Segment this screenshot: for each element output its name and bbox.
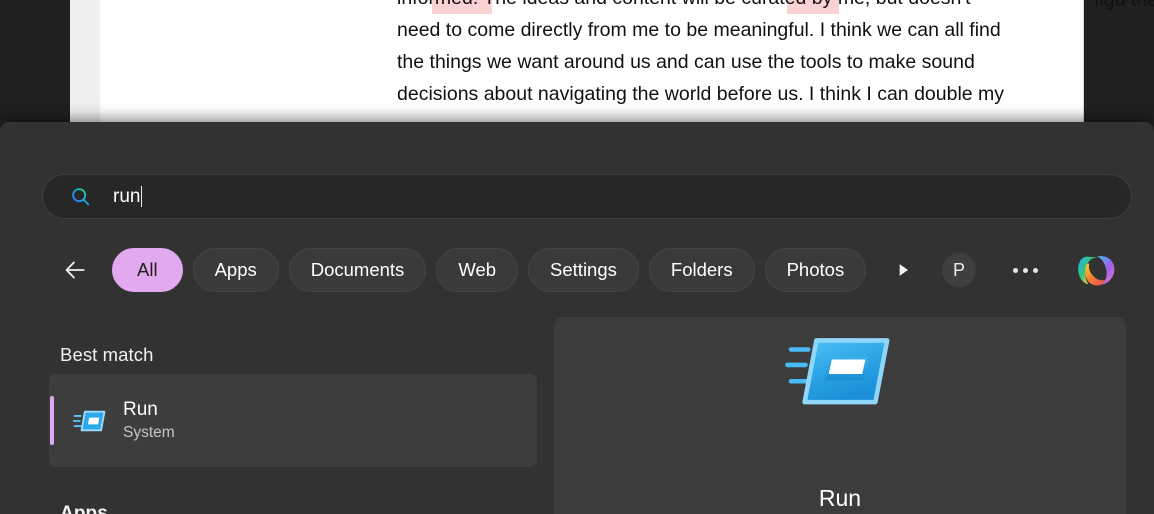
document-column-divider [1083,0,1084,128]
search-filter-bar: All Apps Documents Web Settings Folders … [60,247,1120,293]
filter-tab-label: Apps [214,259,257,280]
result-title: Run [123,399,158,420]
avatar-initial: P [952,259,965,280]
play-caret-icon[interactable] [888,255,918,285]
results-column: Best match Run System Apps [0,318,554,514]
preview-pane: Run [554,317,1126,514]
filter-tab-label: Documents [310,259,405,280]
windows-search-panel: run All Apps Documents Web Settings Fold… [0,122,1154,514]
document-paragraph: informed. The ideas and content will be … [397,0,1005,105]
filter-tab-label: Web [458,259,497,280]
ellipsis-icon[interactable] [1006,253,1044,287]
apps-header: Apps [60,503,108,514]
filter-tab-label: Folders [670,259,733,280]
search-icon [70,186,92,208]
text-caret [141,186,143,207]
run-app-icon [785,335,895,413]
search-query-wrap: run [113,186,143,207]
filter-tab-web[interactable]: Web [436,248,519,292]
filter-tab-all[interactable]: All [112,248,183,292]
filter-tab-photos[interactable]: Photos [764,248,867,292]
best-match-header: Best match [60,344,154,365]
filter-tab-settings[interactable]: Settings [528,248,639,292]
result-subtitle: System [123,424,175,441]
filter-tab-apps[interactable]: Apps [192,248,279,292]
filter-tab-documents[interactable]: Documents [288,248,427,292]
search-input[interactable]: run [42,174,1132,219]
avatar[interactable]: P [942,253,976,287]
back-arrow-icon[interactable] [60,255,90,285]
document-sidebar-text: figu the idea to c [1094,0,1154,11]
run-app-icon [72,404,107,438]
filter-tab-label: Photos [786,259,845,280]
result-text-block: Run System [123,399,175,442]
screen: informed. The ideas and content will be … [0,0,1154,514]
selection-indicator [50,396,54,445]
copilot-icon[interactable] [1074,247,1120,293]
result-row-run[interactable]: Run System [49,374,537,467]
search-query-text: run [113,186,141,207]
filter-tab-label: Settings [550,259,617,280]
filter-tab-label: All [137,259,158,280]
document-gutter [70,0,100,128]
filter-tab-folders[interactable]: Folders [648,248,755,292]
preview-title: Run [818,485,862,511]
